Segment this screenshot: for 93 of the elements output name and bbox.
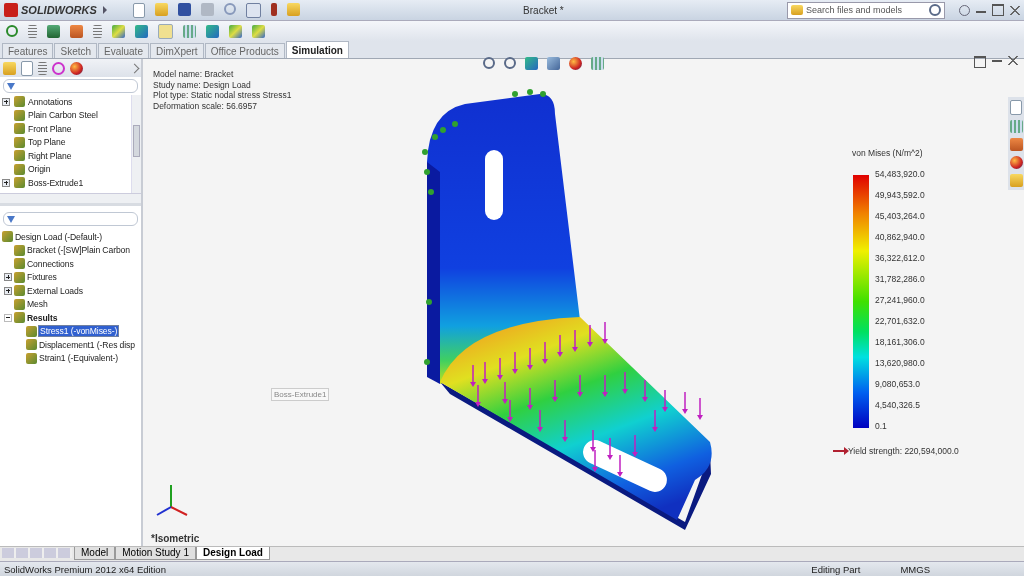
- legend-value: 45,403,264.0: [875, 211, 925, 223]
- command-tab[interactable]: Office Products: [204, 43, 285, 58]
- scrollbar[interactable]: [0, 193, 141, 206]
- feature-tooltip: Boss-Extrude1: [271, 388, 330, 401]
- tree-item[interactable]: Design Load (-Default-): [14, 231, 104, 242]
- expand-toggle[interactable]: [4, 273, 12, 282]
- filter-icon: [7, 82, 15, 90]
- expand-toggle[interactable]: [2, 178, 10, 187]
- view-orientation-label: *Isometric: [151, 533, 200, 544]
- legend-value: 22,701,632.0: [875, 316, 925, 328]
- scrollbar[interactable]: [131, 95, 141, 193]
- tree-item[interactable]: Origin: [27, 164, 52, 175]
- logo-text: SOLIDWORKS: [21, 4, 97, 16]
- study-tab[interactable]: Design Load: [195, 547, 270, 560]
- feature-icon: [14, 109, 25, 121]
- close-icon[interactable]: [1008, 56, 1018, 65]
- status-text: Editing Part: [811, 563, 861, 575]
- study-tab[interactable]: Motion Study 1: [115, 547, 196, 560]
- command-tab[interactable]: Simulation: [285, 41, 349, 58]
- feature-icon: [14, 163, 25, 175]
- study-tab[interactable]: Model: [74, 547, 116, 560]
- tree-item[interactable]: Bracket (-[SW]Plain Carbon: [26, 245, 131, 256]
- plot-info-text: Model name: Bracket: [153, 69, 235, 80]
- feature-icon: [14, 136, 25, 148]
- command-tab[interactable]: Features: [2, 43, 54, 58]
- tree-item[interactable]: Connections: [26, 258, 75, 269]
- legend-value: 18,161,306.0: [875, 337, 925, 349]
- command-tab[interactable]: Evaluate: [98, 43, 149, 58]
- feature-icon: [14, 177, 25, 189]
- search-icon[interactable]: [6, 25, 18, 37]
- tree-item[interactable]: Right Plane: [27, 150, 73, 161]
- window-title: Bracket *: [522, 4, 565, 16]
- legend-value: 54,483,920.0: [875, 169, 925, 181]
- folder-icon: [791, 5, 803, 15]
- search-field[interactable]: Search files and models: [806, 5, 926, 15]
- study-item-icon: [26, 339, 37, 351]
- legend-value: 27,241,960.0: [875, 295, 925, 307]
- legend-value: 36,322,612.0: [875, 253, 925, 265]
- search-bar[interactable]: Search files and models: [787, 1, 945, 19]
- study-item-icon: [14, 271, 25, 283]
- filter-icon: [7, 215, 15, 223]
- tree-item[interactable]: Mesh: [26, 299, 49, 310]
- plot-info-text: Deformation scale: 56.6957: [153, 100, 258, 111]
- solidworks-logo[interactable]: SOLIDWORKS: [4, 3, 97, 17]
- logo-icon: [4, 3, 18, 17]
- expand-toggle[interactable]: [4, 286, 12, 295]
- search-icon[interactable]: [929, 4, 941, 16]
- restore-icon[interactable]: [974, 56, 986, 68]
- tree-item[interactable]: Strain1 (-Equivalent-): [38, 353, 119, 364]
- study-item-icon: [2, 231, 13, 243]
- status-text: SolidWorks Premium 2012 x64 Edition: [4, 563, 166, 575]
- plot-info-text: Plot type: Static nodal stress Stress1: [153, 90, 292, 101]
- legend-title: von Mises (N/m^2): [852, 148, 924, 158]
- flyout-arrow-icon[interactable]: [102, 6, 107, 14]
- tree-item[interactable]: External Loads: [26, 285, 84, 296]
- study-item-icon: [14, 285, 25, 297]
- feature-icon: [14, 96, 25, 108]
- tree-item[interactable]: Stress1 (-vonMises-): [38, 325, 120, 338]
- new-document-icon[interactable]: [132, 2, 145, 18]
- study-item-icon: [14, 258, 25, 270]
- legend-value: 9,080,653.0: [875, 379, 921, 391]
- study-item-icon: [14, 312, 25, 324]
- legend-value: 31,782,286.0: [875, 274, 925, 286]
- expand-toggle[interactable]: [4, 313, 12, 322]
- filter-field[interactable]: [3, 212, 138, 226]
- feature-icon: [14, 150, 25, 162]
- filter-field[interactable]: [3, 79, 138, 93]
- command-tab[interactable]: Sketch: [54, 43, 98, 58]
- tree-item[interactable]: Fixtures: [26, 272, 58, 283]
- feature-icon: [14, 123, 25, 135]
- units-dropdown[interactable]: MMGS: [900, 563, 930, 575]
- expand-toggle[interactable]: [2, 97, 10, 106]
- tree-item[interactable]: Displacement1 (-Res disp: [38, 339, 136, 350]
- legend-value: 13,620,980.0: [875, 358, 925, 370]
- study-item-icon: [14, 244, 25, 256]
- yield-strength-label: Yield strength: 220,594,000.0: [848, 446, 959, 456]
- legend-value: 0.1: [875, 421, 888, 433]
- study-item-icon: [14, 298, 25, 310]
- plot-info-text: Study name: Design Load: [153, 79, 252, 90]
- close-icon[interactable]: [1010, 5, 1020, 15]
- tree-item[interactable]: Front Plane: [27, 123, 73, 134]
- tree-item[interactable]: Annotations: [27, 96, 74, 107]
- tree-item[interactable]: Top Plane: [27, 137, 67, 148]
- legend-value: 49,943,592.0: [875, 190, 925, 202]
- command-tab[interactable]: DimXpert: [149, 43, 204, 58]
- study-item-icon: [26, 325, 37, 337]
- legend-value: 40,862,940.0: [875, 232, 925, 244]
- tree-item[interactable]: Boss-Extrude1: [27, 177, 85, 188]
- tree-item[interactable]: Results: [26, 312, 59, 323]
- legend-value: 4,540,326.5: [875, 400, 921, 412]
- study-item-icon: [26, 352, 37, 364]
- tree-item[interactable]: Plain Carbon Steel: [27, 110, 99, 121]
- restore-icon[interactable]: [992, 4, 1004, 16]
